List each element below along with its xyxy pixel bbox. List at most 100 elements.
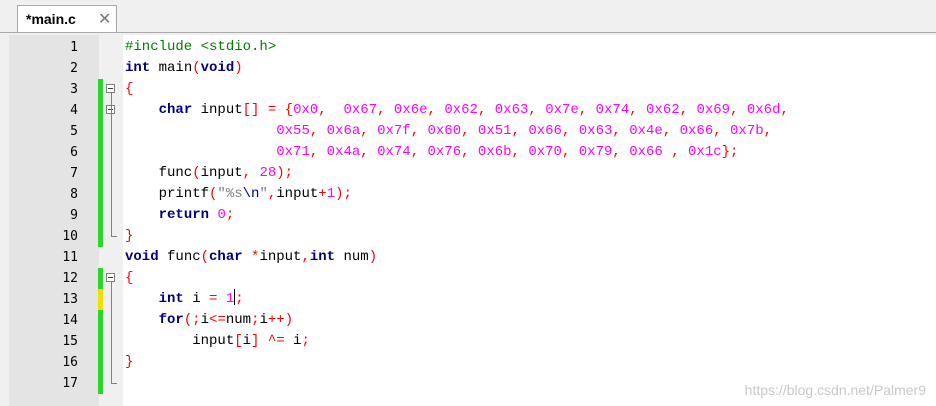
code-token: ; [235,291,244,307]
code-token: char [158,102,193,118]
code-token: \n [242,186,260,202]
code-editor[interactable]: 1 #include <stdio.h> 2 int main(void) 3{4 ch… [9,35,936,406]
code-token: "%s [217,186,243,202]
saved-change-marker [98,268,103,289]
code-token: void [125,249,159,265]
code-token: , [309,123,327,139]
code-token: , [679,102,697,118]
code-text: #include <stdio.h> [125,37,276,58]
code-line[interactable]: 14 for(;i<=num;i++) [9,310,936,331]
code-token: printf [125,186,210,202]
code-line[interactable]: 7 func(input, 28); [9,163,936,184]
line-number: 13 [62,292,78,307]
code-line[interactable]: 15 input[i] ^= i; [9,331,936,352]
code-token: , [410,144,428,160]
line-number: 12 [62,271,78,286]
code-token: i [200,312,210,328]
saved-change-marker [98,226,103,247]
code-token: ); [335,186,352,202]
code-token: 0 [217,207,226,223]
code-token: , [318,102,344,118]
code-token: for [158,312,184,328]
code-token: num [335,249,369,265]
code-token: 0x66 [629,144,663,160]
code-token: , [612,144,630,160]
tab-main-c[interactable]: *main.c ✕ [17,5,117,32]
code-token: , [377,102,394,118]
code-token: 0x0 [293,102,319,118]
line-number: 11 [62,250,78,265]
code-token: , [528,102,546,118]
code-token: } [125,354,134,370]
code-token: , [578,102,596,118]
code-token: ; [301,333,310,349]
code-text: void func(char *input,int num) [125,247,377,268]
code-token: 0x63 [578,123,613,139]
close-icon[interactable]: ✕ [98,9,111,28]
code-line[interactable]: 4 char input[] = {0x0, 0x67, 0x6e, 0x62,… [9,100,936,121]
code-token: , [662,123,680,139]
code-token: [] = { [242,102,294,118]
code-token: ); [276,165,294,181]
saved-change-marker [98,121,103,142]
code-token: input [192,102,243,118]
code-token: , [427,102,445,118]
code-token: , [360,123,378,139]
code-line[interactable]: 16} [9,352,936,373]
code-token: , [511,123,529,139]
code-token: , [309,144,327,160]
code-token: i [183,291,210,307]
code-line[interactable]: 9 return 0; [9,205,936,226]
saved-change-marker [98,373,103,394]
code-token: input [200,165,243,181]
code-token: 0x6b [477,144,512,160]
code-token: , [461,144,478,160]
code-token: 0x62 [646,102,680,118]
line-number: 3 [70,82,78,97]
code-line[interactable]: 13 int i = 1; [9,289,936,310]
line-number: 8 [70,187,78,202]
code-line[interactable]: 12 { [9,268,936,289]
line-number: 2 [70,61,78,76]
code-line[interactable]: 5 0x55, 0x6a, 0x7f, 0x60, 0x51, 0x66, 0x… [9,121,936,142]
code-line[interactable]: 8 printf("%s\n",input+1); [9,184,936,205]
code-line[interactable]: 6 0x71, 0x4a, 0x74, 0x76, 0x6b, 0x70, 0x… [9,142,936,163]
code-token: 0x60 [427,123,462,139]
code-line[interactable]: 11 void func(char *input,int num) [9,247,936,268]
line-number: 14 [62,313,78,328]
code-token: 0x7e [545,102,579,118]
code-text: } [125,226,133,247]
code-token: 0x62 [444,102,478,118]
saved-change-marker [98,310,103,331]
saved-change-marker [98,331,103,352]
code-token: 0x66 [528,123,562,139]
code-token: , [301,249,310,265]
code-line[interactable]: 1 #include <stdio.h> [9,37,936,58]
code-token: #include <stdio.h> [125,39,277,55]
saved-change-marker [98,205,103,226]
code-token: , [242,165,260,181]
code-token: 0x63 [494,102,529,118]
code-line[interactable]: 3{ [9,79,936,100]
code-token: , [511,144,529,160]
code-line[interactable]: 10} [9,226,936,247]
code-token: , [730,102,747,118]
code-token: ] ^= [251,333,285,349]
code-token: i [284,333,302,349]
line-number: 15 [62,334,78,349]
unsaved-change-marker [98,289,103,310]
code-token: ++) [267,312,294,328]
code-token: i [242,333,252,349]
code-line[interactable]: 2 int main(void) [9,58,936,79]
code-token: ) [234,60,243,76]
code-token: 0x6a [326,123,361,139]
code-token: 1 [326,186,336,202]
code-token: { [125,270,134,286]
tab-bar: *main.c ✕ [0,0,936,33]
code-text: { [125,268,133,289]
code-token: 0x74 [377,144,411,160]
